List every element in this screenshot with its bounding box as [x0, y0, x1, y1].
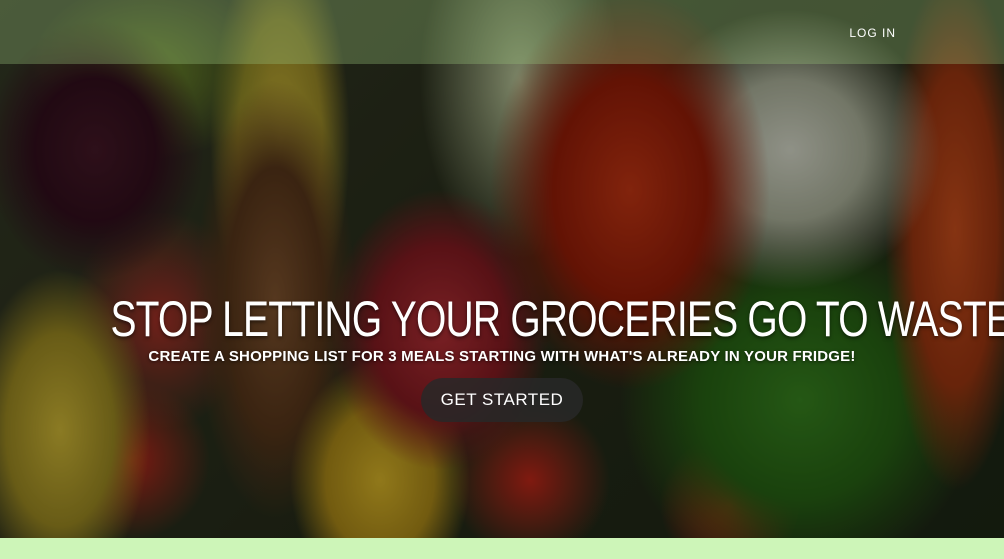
footer-strip: [0, 538, 1004, 559]
hero-subheadline: CREATE A SHOPPING LIST FOR 3 MEALS START…: [148, 348, 856, 365]
login-link[interactable]: LOG IN: [849, 26, 896, 40]
top-navigation-bar: LOG IN: [0, 0, 1004, 64]
hero-background-image: [0, 0, 1004, 538]
get-started-button[interactable]: GET STARTED: [421, 378, 583, 422]
hero-headline: STOP LETTING YOUR GROCERIES GO TO WASTE.: [110, 291, 1004, 347]
